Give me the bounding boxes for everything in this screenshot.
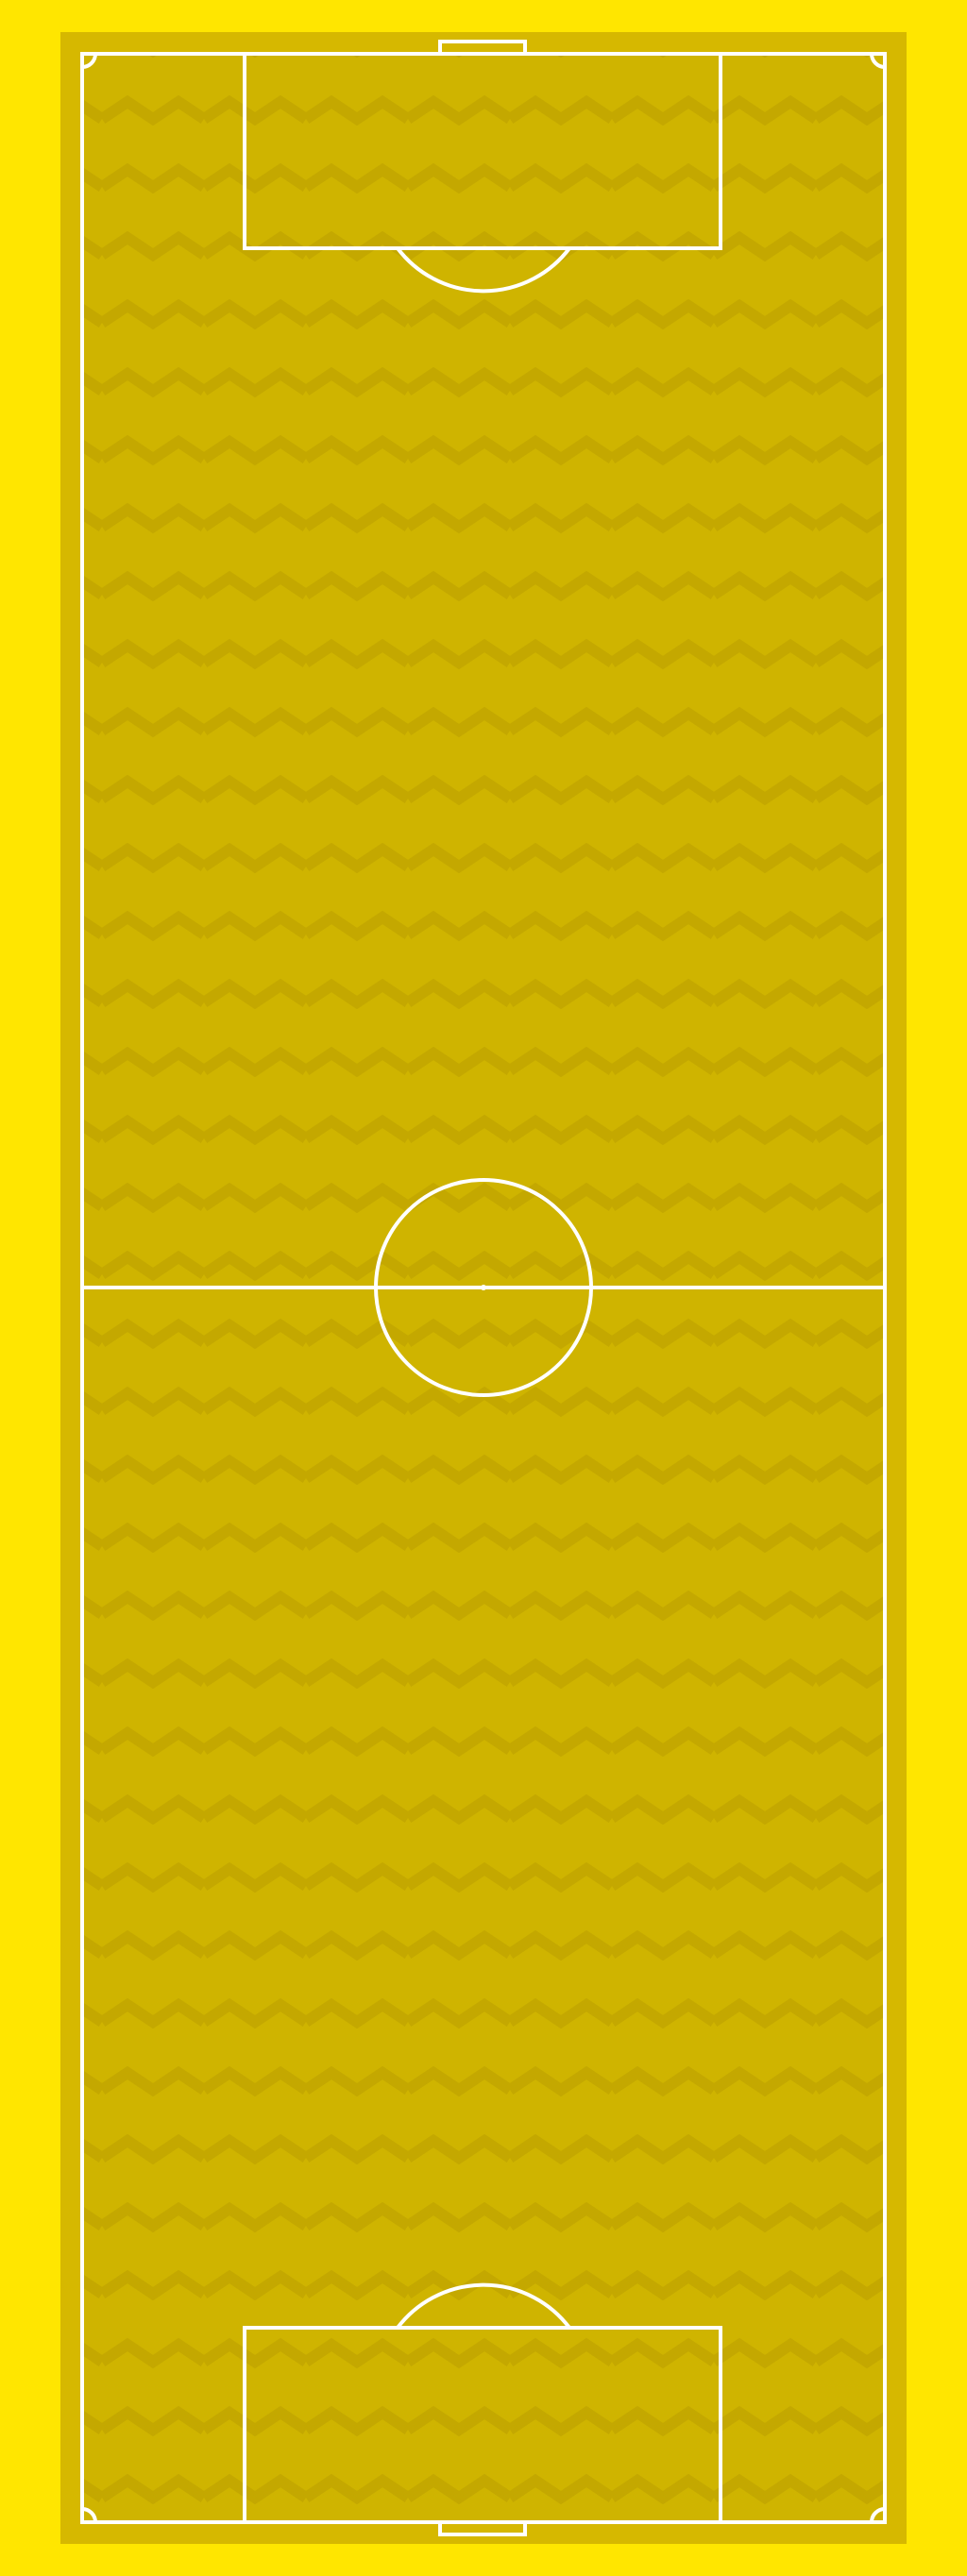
pitch-drawing (0, 0, 967, 2576)
centre-spot (481, 1285, 486, 1290)
pitch-graphic (0, 0, 967, 2576)
